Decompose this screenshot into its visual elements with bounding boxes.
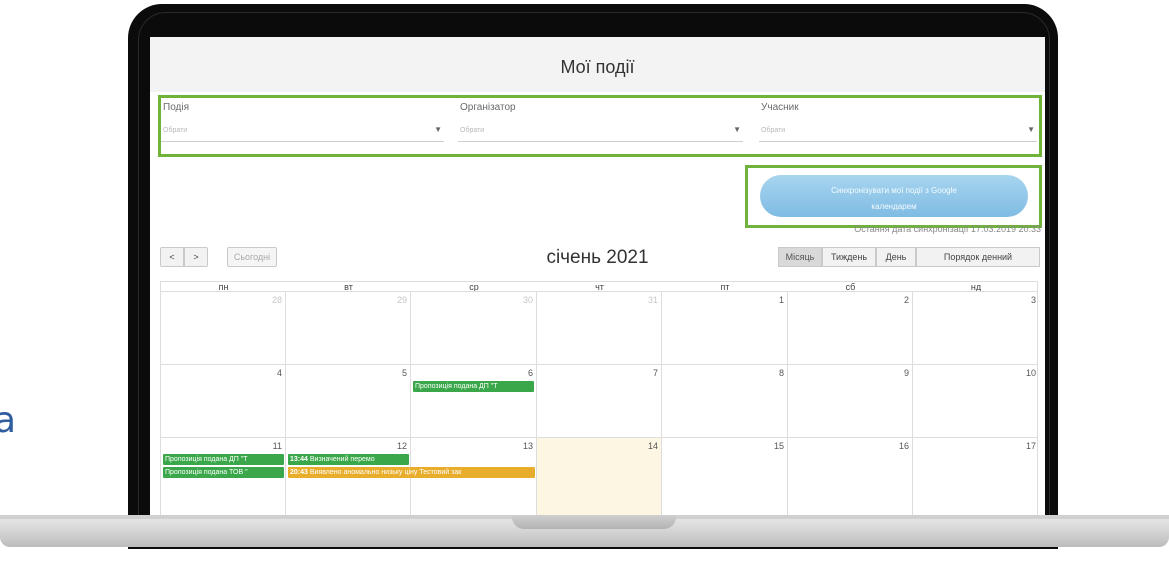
day-number: 4 xyxy=(276,368,282,378)
day-number: 9 xyxy=(903,368,909,378)
organizer-filter: Організатор Обрати ▼ xyxy=(458,102,743,152)
day-number: 28 xyxy=(271,295,282,305)
view-week-button[interactable]: Тиждень xyxy=(822,247,876,267)
day-number: 10 xyxy=(1025,368,1036,378)
day-number: 15 xyxy=(773,441,784,451)
day-number: 17 xyxy=(1025,441,1036,451)
organizer-select-placeholder: Обрати xyxy=(460,127,485,134)
day-cell[interactable]: 15 xyxy=(662,438,788,515)
day-number: 7 xyxy=(652,368,658,378)
day-cell[interactable]: 31 xyxy=(537,292,662,364)
organizer-filter-label: Організатор xyxy=(460,102,516,113)
filters-panel: Подія Обрати ▼ Організатор Обрати ▼ Учас… xyxy=(158,95,1042,157)
day-number: 3 xyxy=(1030,295,1036,305)
today-cell[interactable]: 14 xyxy=(537,438,662,515)
day-cell[interactable]: 29 xyxy=(286,292,411,364)
dropdown-arrow-icon[interactable]: ▼ xyxy=(434,125,442,134)
day-cell[interactable]: 16 xyxy=(788,438,913,515)
day-cell[interactable]: 4 xyxy=(161,365,286,437)
day-cell[interactable]: 5 xyxy=(286,365,411,437)
event-title: Визначений перемо xyxy=(309,456,375,463)
event-time: 20:43 xyxy=(290,469,308,476)
day-cell[interactable]: 8 xyxy=(662,365,788,437)
view-day-button[interactable]: День xyxy=(876,247,916,267)
day-cell[interactable]: 28 xyxy=(161,292,286,364)
event-select-placeholder: Обрати xyxy=(163,127,188,134)
calendar-event[interactable]: 13:44 Визначений перемо xyxy=(288,454,409,465)
dropdown-arrow-icon[interactable]: ▼ xyxy=(1027,125,1035,134)
day-cell[interactable]: 10 xyxy=(913,365,1039,437)
day-number: 29 xyxy=(396,295,407,305)
laptop-notch xyxy=(512,515,676,529)
calendar-grid: пн вт ср чт пт сб нд 28 29 30 31 1 2 3 4 xyxy=(160,281,1038,515)
day-number: 12 xyxy=(396,441,407,451)
dropdown-arrow-icon[interactable]: ▼ xyxy=(733,125,741,134)
day-number: 2 xyxy=(903,295,909,305)
day-cell[interactable]: 6 Пропозиція подана ДП "Т xyxy=(411,365,537,437)
calendar-week: 11 Пропозиція подана ДП "Т Пропозиція по… xyxy=(160,437,1038,515)
day-number: 16 xyxy=(898,441,909,451)
day-cell[interactable]: 11 Пропозиція подана ДП "Т Пропозиція по… xyxy=(161,438,286,515)
view-month-button[interactable]: Місяць xyxy=(778,247,822,267)
event-time: 13:44 xyxy=(290,456,308,463)
day-number: 1 xyxy=(778,295,784,305)
calendar-week: 4 5 6 Пропозиція подана ДП "Т 7 8 9 10 xyxy=(160,364,1038,437)
last-sync-date: Остання дата синхронізації 17.03.2019 20… xyxy=(854,224,1041,234)
day-cell[interactable]: 2 xyxy=(788,292,913,364)
participant-select[interactable]: Обрати ▼ xyxy=(759,120,1037,142)
day-cell[interactable]: 17 xyxy=(913,438,1039,515)
calendar-event[interactable]: Пропозиція подана ТОВ " xyxy=(163,467,284,478)
day-number: 14 xyxy=(647,441,658,451)
calendar-week: 28 29 30 31 1 2 3 xyxy=(160,291,1038,364)
page-header: Мої події xyxy=(150,37,1045,92)
laptop-screen: Мої події Подія Обрати ▼ Організатор Обр… xyxy=(150,37,1045,515)
event-select[interactable]: Обрати ▼ xyxy=(161,120,444,142)
day-number: 8 xyxy=(778,368,784,378)
organizer-select[interactable]: Обрати ▼ xyxy=(458,120,743,142)
page-title: Мої події xyxy=(560,57,635,77)
sync-button-line2: календарем xyxy=(871,201,917,211)
event-filter-label: Подія xyxy=(163,102,190,113)
sync-highlight: Синхронізувати мої події з Google календ… xyxy=(745,165,1042,228)
view-switcher: Місяць Тиждень День Порядок денний xyxy=(778,247,1040,267)
sync-button-line1: Синхронізувати мої події з Google xyxy=(831,185,957,195)
sync-google-calendar-button[interactable]: Синхронізувати мої події з Google календ… xyxy=(760,175,1028,217)
calendar-event[interactable]: Пропозиція подана ДП "Т xyxy=(163,454,284,465)
participant-filter: Учасник Обрати ▼ xyxy=(759,102,1037,152)
day-number: 13 xyxy=(522,441,533,451)
view-agenda-button[interactable]: Порядок денний xyxy=(916,247,1040,267)
day-cell[interactable]: 13 xyxy=(411,438,537,515)
event-filter: Подія Обрати ▼ xyxy=(161,102,444,152)
participant-filter-label: Учасник xyxy=(761,102,799,113)
calendar-event[interactable]: Пропозиція подана ДП "Т xyxy=(413,381,534,392)
day-cell[interactable]: 3 xyxy=(913,292,1039,364)
weekday-header: пн вт ср чт пт сб нд xyxy=(160,281,1038,292)
day-number: 30 xyxy=(522,295,533,305)
day-cell[interactable]: 7 xyxy=(537,365,662,437)
day-number: 5 xyxy=(401,368,407,378)
day-cell[interactable]: 1 xyxy=(662,292,788,364)
day-cell[interactable]: 30 xyxy=(411,292,537,364)
participant-select-placeholder: Обрати xyxy=(761,127,786,134)
day-cell[interactable]: 9 xyxy=(788,365,913,437)
stage: a Мої події Подія Обрати ▼ Організатор О… xyxy=(0,0,1169,565)
day-number: 11 xyxy=(272,441,282,451)
side-letter: a xyxy=(0,400,17,441)
day-number: 6 xyxy=(527,368,533,378)
day-number: 31 xyxy=(647,295,658,305)
